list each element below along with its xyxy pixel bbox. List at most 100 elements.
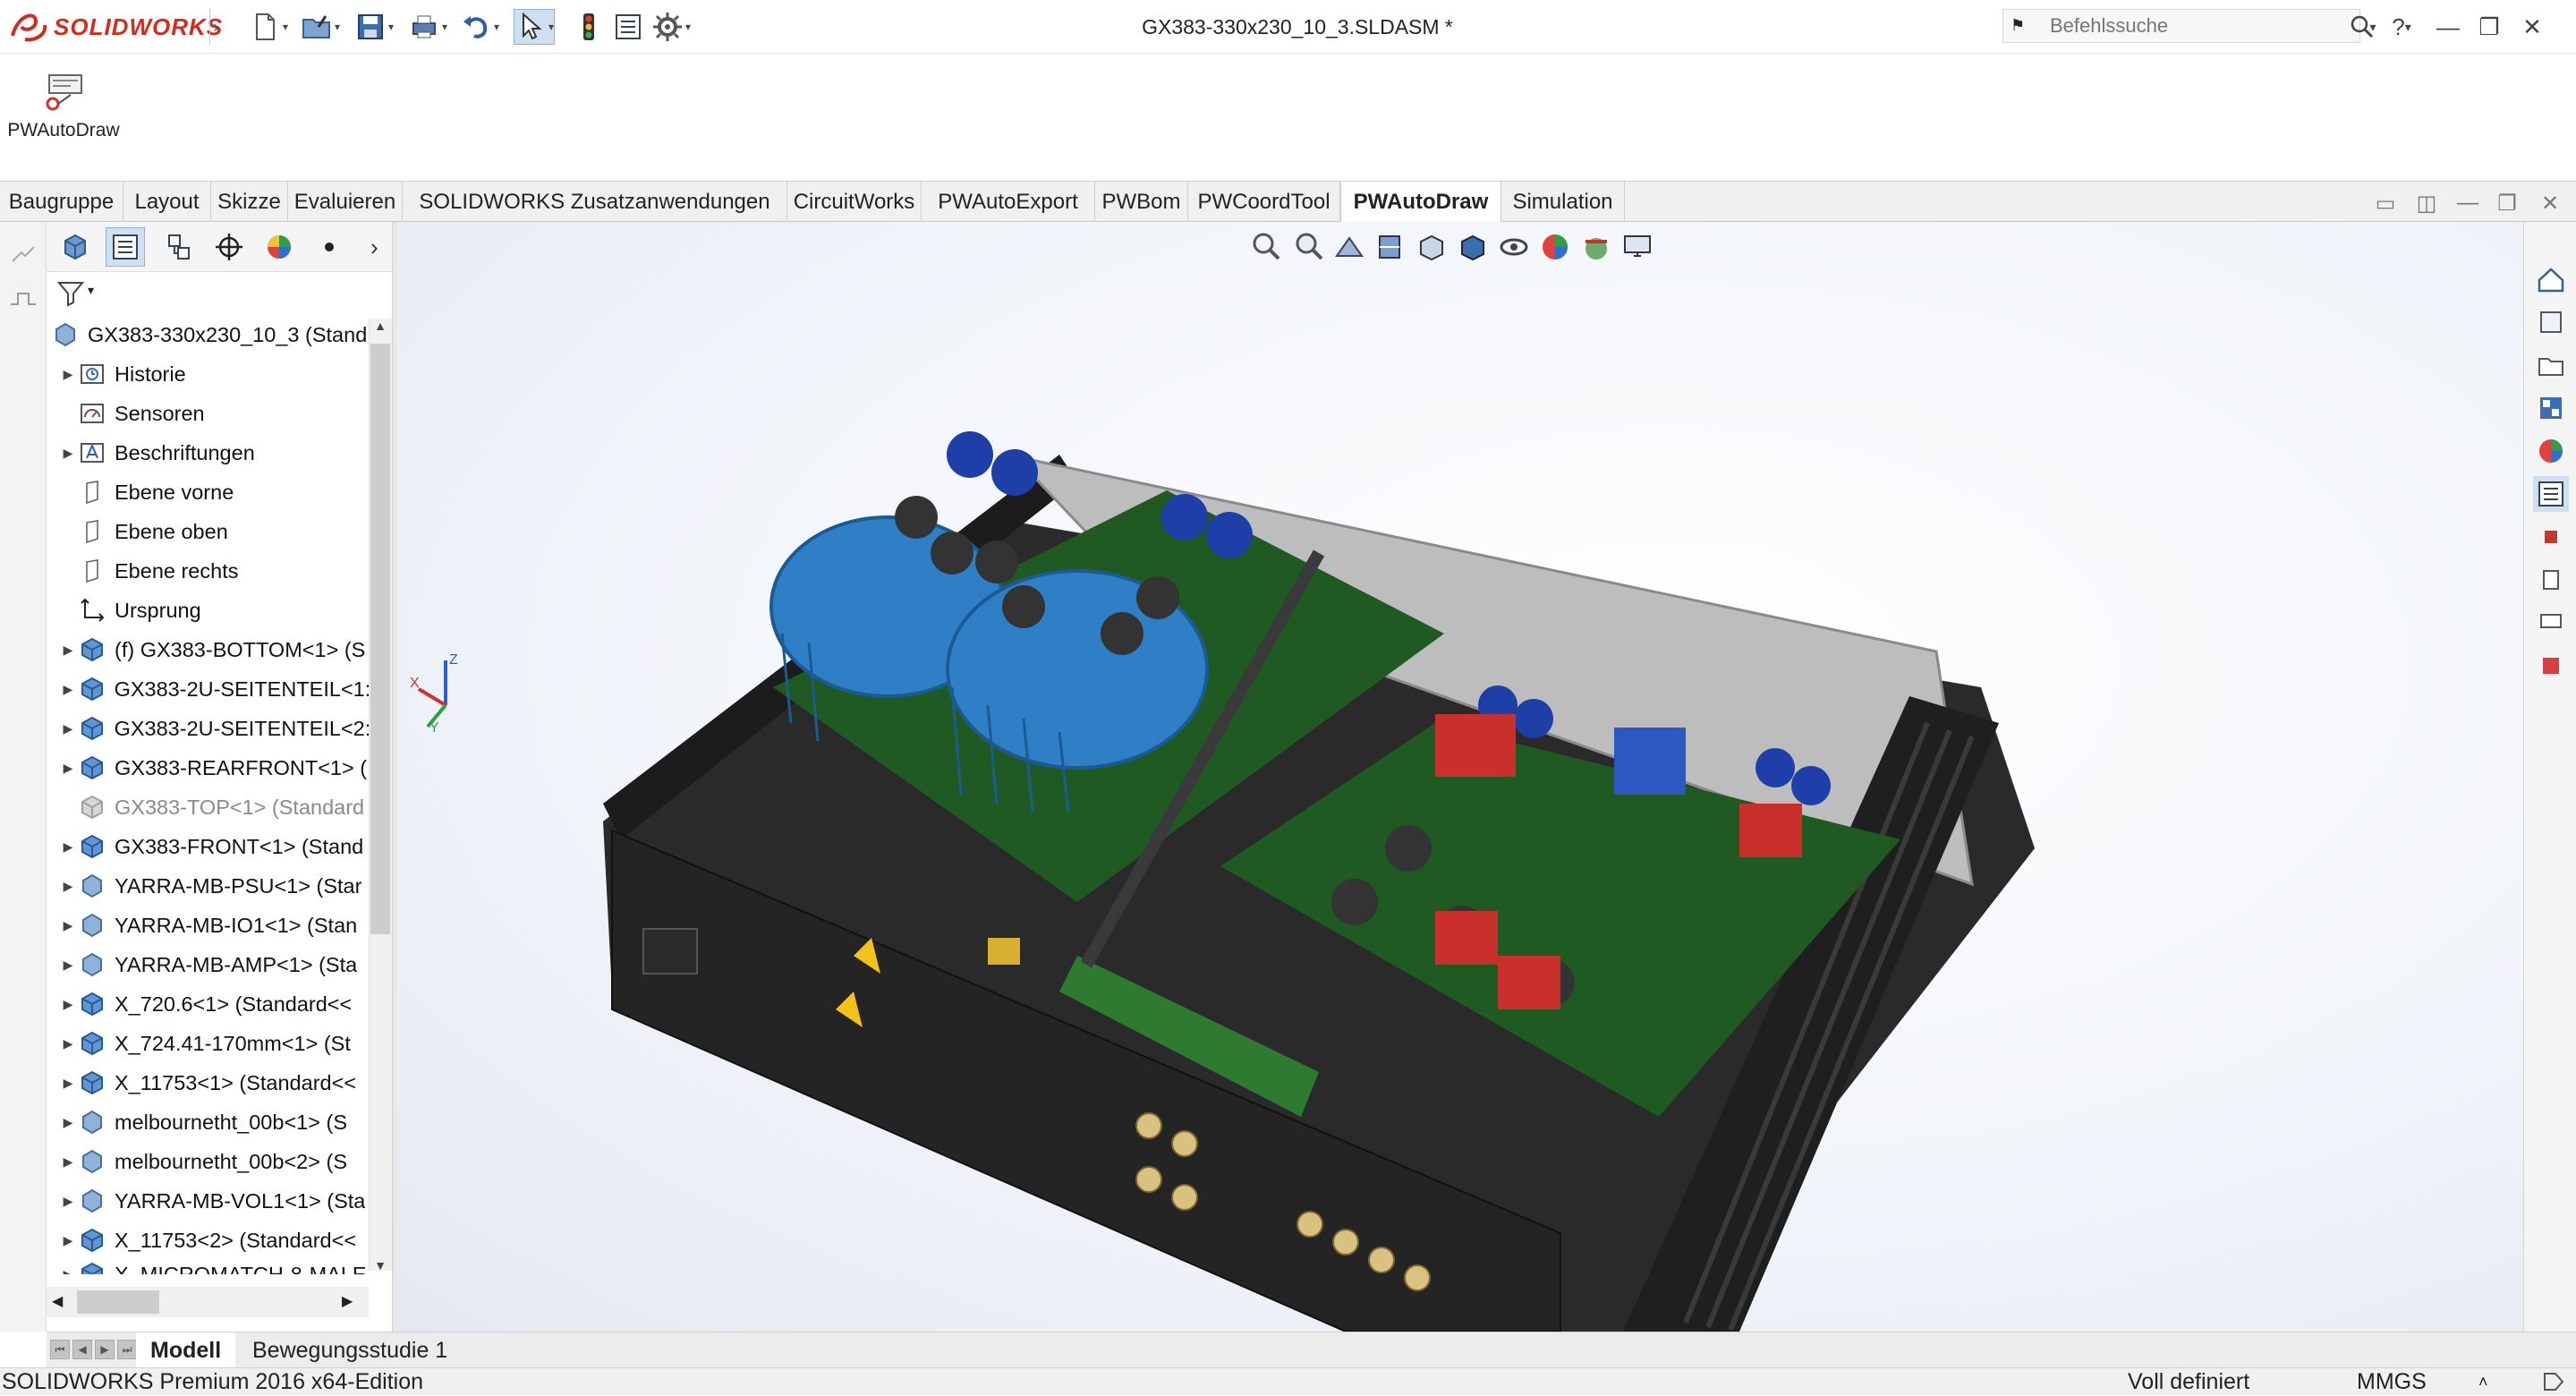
chevron-down-icon[interactable]: ▾: [335, 21, 340, 33]
viewport-restore-icon[interactable]: ❐: [2489, 188, 2525, 218]
tree-item-ursprung[interactable]: Ursprung: [47, 591, 369, 630]
tree-item-beschriftungen[interactable]: ▶ Beschriftungen: [47, 433, 369, 472]
tree-root-assembly[interactable]: GX383-330x230_10_3 (Stand: [50, 315, 372, 354]
chevron-down-icon[interactable]: ▾: [494, 21, 499, 33]
chevron-down-icon[interactable]: ▾: [388, 21, 394, 33]
viewport-split-icon[interactable]: ◫: [2409, 188, 2444, 218]
expand-arrow-icon[interactable]: ▶: [59, 367, 77, 382]
tab-bewegungsstudie-1[interactable]: Bewegungsstudie 1: [238, 1332, 462, 1368]
tree-item-component[interactable]: ▶ melbournetht_00b<1> (S: [47, 1102, 369, 1142]
undo-button[interactable]: ▾: [460, 9, 499, 45]
tab-skizze[interactable]: Skizze: [211, 182, 288, 222]
tab-pwbom[interactable]: PWBom: [1095, 182, 1188, 222]
tree-item-component-hidden[interactable]: GX383-TOP<1> (Standard: [47, 787, 369, 827]
task-pane-addin-4[interactable]: [2533, 648, 2569, 684]
expand-arrow-icon[interactable]: ▶: [59, 839, 77, 855]
tree-item-historie[interactable]: ▶ Historie: [47, 354, 369, 394]
expand-arrow-icon[interactable]: ▶: [59, 918, 77, 933]
select-button[interactable]: ▾: [514, 9, 556, 45]
expand-arrow-icon[interactable]: ▶: [59, 997, 77, 1012]
scroll-up-icon[interactable]: ▲: [369, 319, 392, 342]
tree-item-component[interactable]: ▶ (f) GX383-BOTTOM<1> (S: [47, 630, 369, 669]
chevron-down-icon[interactable]: ▾: [442, 21, 447, 33]
task-pane-addin-3[interactable]: [2533, 605, 2569, 641]
tab-pwautodraw[interactable]: PWAutoDraw: [1340, 182, 1501, 222]
tab-pwcoordtool[interactable]: PWCoordTool: [1188, 182, 1340, 222]
tree-item-sensoren[interactable]: Sensoren: [47, 394, 369, 433]
task-pane-home[interactable]: [2533, 261, 2569, 297]
chevron-down-icon[interactable]: ▾: [548, 21, 554, 33]
chevron-down-icon[interactable]: ▾: [88, 283, 94, 298]
expand-arrow-icon[interactable]: ▶: [59, 958, 77, 973]
tree-item-component[interactable]: ▶ X_11753<1> (Standard<<: [47, 1063, 369, 1102]
chevron-down-icon[interactable]: ▾: [283, 21, 288, 33]
help-button[interactable]: ? ▾: [2384, 11, 2419, 43]
command-search-box[interactable]: ⚑: [2002, 9, 2374, 43]
scroll-right-icon[interactable]: ▶: [342, 1292, 353, 1310]
display-style-icon[interactable]: [1455, 229, 1491, 265]
chevron-down-icon[interactable]: ▾: [685, 21, 691, 33]
assembly-model-view[interactable]: [397, 222, 2523, 1332]
view-settings-icon[interactable]: [1620, 229, 1655, 265]
tree-item-ebene-vorne[interactable]: Ebene vorne: [47, 472, 369, 512]
minimize-button[interactable]: —: [2430, 11, 2466, 43]
tab-evaluieren[interactable]: Evaluieren: [288, 182, 403, 222]
tab-simulation[interactable]: Simulation: [1501, 182, 1625, 222]
last-tab-icon[interactable]: ⏭: [117, 1340, 137, 1359]
scroll-down-icon[interactable]: ▼: [369, 1258, 392, 1281]
tree-item-component[interactable]: ▶ YARRA-MB-AMP<1> (Sta: [47, 945, 369, 984]
tag-icon[interactable]: [2541, 1370, 2566, 1393]
file-properties-button[interactable]: [612, 9, 644, 45]
tree-item-component[interactable]: ▶ GX383-REARFRONT<1> (: [47, 748, 369, 787]
zoom-to-area-icon[interactable]: [1290, 229, 1326, 265]
tab-layout[interactable]: Layout: [123, 182, 211, 222]
units-chevron-up-icon[interactable]: ˄: [2478, 1368, 2488, 1396]
new-document-button[interactable]: ▾: [249, 9, 288, 45]
task-pane-addin-1[interactable]: [2533, 519, 2569, 555]
custom-tab[interactable]: [310, 227, 349, 267]
task-pane-file-explorer[interactable]: [2533, 347, 2569, 383]
zoom-to-fit-icon[interactable]: [1249, 229, 1285, 265]
expand-arrow-icon[interactable]: ▶: [59, 1267, 77, 1275]
viewport-close-icon[interactable]: ✕: [2532, 188, 2568, 218]
tree-scrollbar-thumb[interactable]: [370, 344, 390, 934]
section-view-icon[interactable]: [1373, 229, 1408, 265]
hide-show-items-icon[interactable]: [1496, 229, 1532, 265]
expand-arrow-icon[interactable]: ▶: [59, 682, 77, 697]
task-pane-design-library[interactable]: [2533, 304, 2569, 340]
property-manager-tab[interactable]: [106, 227, 145, 267]
graphics-area[interactable]: Z X Y: [397, 222, 2523, 1332]
tab-solidworks-zusatzanwendungen[interactable]: SOLIDWORKS Zusatzanwendungen: [403, 182, 787, 222]
expand-arrow-icon[interactable]: ▶: [59, 1233, 77, 1248]
save-button[interactable]: ▾: [354, 9, 394, 45]
expand-arrow-icon[interactable]: ▶: [59, 721, 77, 736]
previous-view-icon[interactable]: [1331, 229, 1367, 265]
tree-item-component[interactable]: ▶ GX383-FRONT<1> (Stand: [47, 827, 369, 866]
tree-item-component[interactable]: ▶ YARRA-MB-VOL1<1> (Sta: [47, 1181, 369, 1221]
edit-appearance-icon[interactable]: [1537, 229, 1573, 265]
expand-arrow-icon[interactable]: ▶: [59, 1076, 77, 1091]
panel-collapse-arrow[interactable]: ›: [370, 231, 388, 263]
view-orientation-icon[interactable]: [1414, 229, 1450, 265]
next-tab-icon[interactable]: ▶: [95, 1340, 115, 1359]
dimxpert-manager-tab[interactable]: [209, 227, 249, 267]
expand-arrow-icon[interactable]: ▶: [59, 1194, 77, 1209]
sketch-relation-icon[interactable]: [7, 234, 39, 267]
expand-arrow-icon[interactable]: ▶: [59, 1036, 77, 1051]
expand-arrow-icon[interactable]: ▶: [59, 643, 77, 658]
tab-baugruppe[interactable]: Baugruppe: [0, 182, 123, 222]
expand-arrow-icon[interactable]: ▶: [59, 1154, 77, 1170]
task-pane-view-palette[interactable]: [2533, 390, 2569, 426]
rebuild-button[interactable]: [573, 9, 605, 45]
tree-item-component[interactable]: ▶ GX383-2U-SEITENTEIL<1:: [47, 669, 369, 709]
tree-hscroll-thumb[interactable]: [77, 1290, 159, 1314]
close-button[interactable]: ✕: [2514, 11, 2550, 43]
task-pane-appearances[interactable]: [2533, 433, 2569, 469]
status-units[interactable]: MMGS: [2357, 1368, 2427, 1396]
expand-arrow-icon[interactable]: ▶: [59, 446, 77, 461]
expand-arrow-icon[interactable]: ▶: [59, 761, 77, 776]
task-pane-custom-properties[interactable]: [2533, 476, 2569, 512]
tab-modell[interactable]: Modell: [136, 1332, 236, 1368]
viewport-minimize-icon[interactable]: —: [2450, 188, 2486, 218]
search-mode-icon[interactable]: ⚑: [2011, 16, 2025, 35]
